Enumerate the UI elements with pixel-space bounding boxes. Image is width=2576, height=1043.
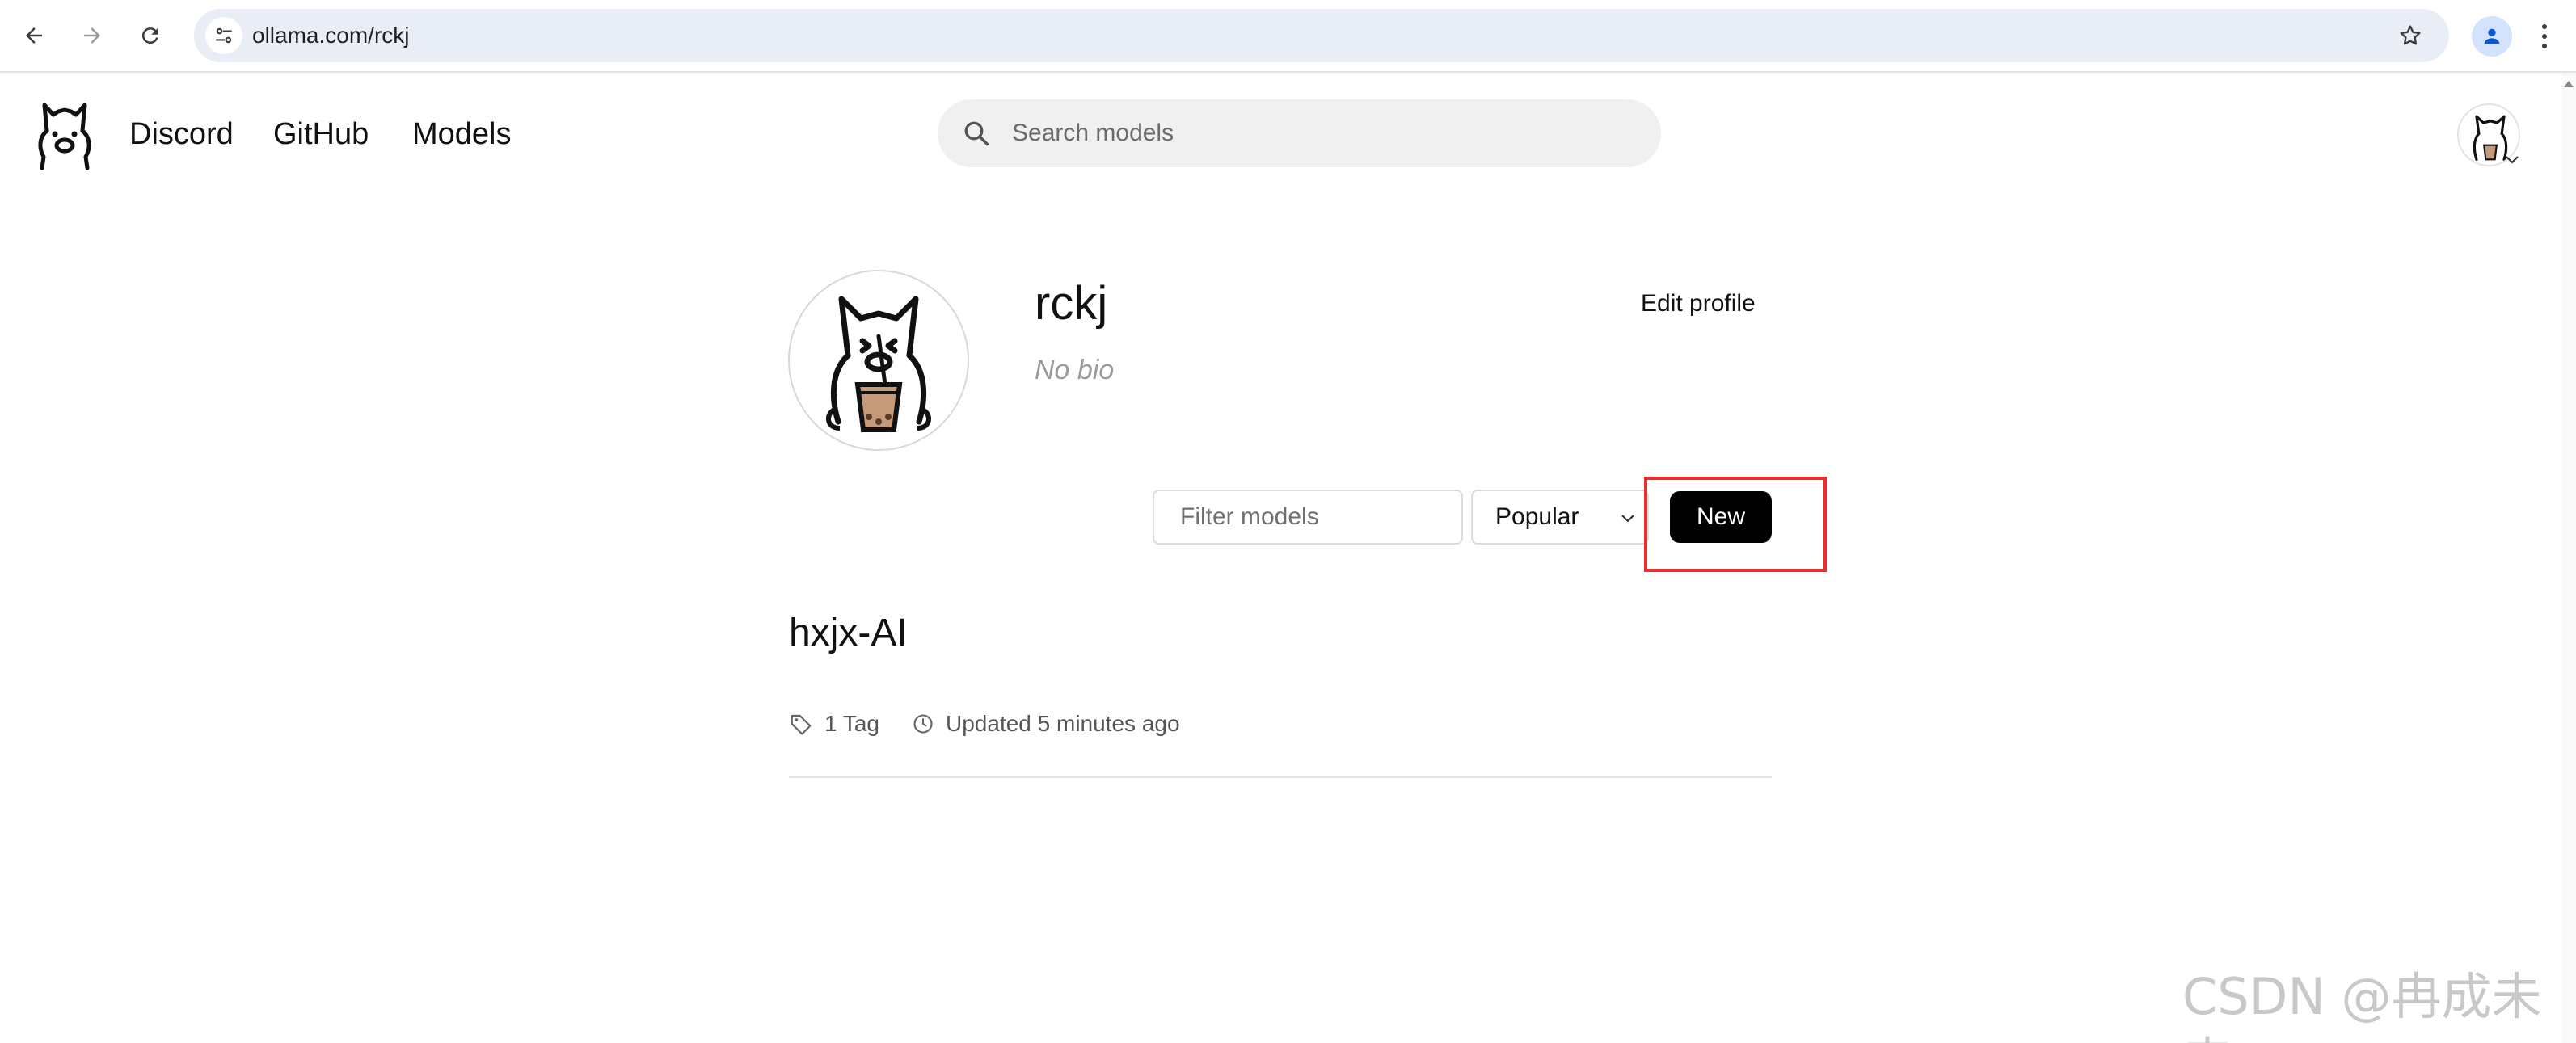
browser-toolbar: ollama.com/rckj (0, 0, 2576, 73)
address-bar[interactable]: ollama.com/rckj (194, 9, 2449, 62)
bookmark-button[interactable] (2394, 19, 2426, 52)
reload-icon (141, 27, 158, 44)
chevron-down-icon[interactable] (2502, 150, 2522, 170)
ollama-logo-icon[interactable] (36, 99, 94, 171)
url-text: ollama.com/rckj (252, 23, 410, 48)
nav-link-discord[interactable]: Discord (129, 113, 234, 155)
site-info-button[interactable] (205, 17, 242, 54)
page-scrollbar[interactable] (2561, 73, 2576, 1043)
kebab-icon (2542, 24, 2547, 48)
profile-avatar (788, 270, 969, 451)
sort-select[interactable]: Popular (1471, 490, 1649, 545)
arrow-right-icon (84, 27, 100, 44)
nav-link-models[interactable]: Models (412, 113, 512, 155)
sort-select-value: Popular (1495, 503, 1579, 530)
profile-username: rckj (1035, 277, 1108, 330)
back-button[interactable] (11, 13, 57, 58)
clock-icon (913, 714, 933, 734)
browser-menu-button[interactable] (2528, 16, 2561, 57)
browser-profile-button[interactable] (2472, 16, 2512, 57)
star-icon (2400, 25, 2421, 45)
tune-icon (216, 27, 232, 44)
watermark: CSDN @冉成未来 (2182, 967, 2542, 1043)
nav-link-github[interactable]: GitHub (273, 113, 369, 155)
scroll-up-arrow-icon[interactable] (2564, 81, 2574, 87)
chevron-down-icon (1621, 515, 1634, 523)
filter-models-input[interactable] (1153, 490, 1463, 545)
model-list-divider (789, 776, 1772, 778)
edit-profile-link[interactable]: Edit profile (1641, 288, 1756, 320)
search-bar[interactable]: Search models (938, 99, 1661, 167)
model-tag-count: 1 Tag (789, 708, 879, 740)
annotation-highlight-box (1644, 477, 1827, 572)
model-tag-count-text: 1 Tag (824, 711, 879, 736)
model-updated: Updated 5 minutes ago (912, 708, 1180, 740)
llama-boba-avatar-icon (826, 296, 931, 432)
model-name-link[interactable]: hxjx-AI (789, 608, 908, 659)
search-placeholder: Search models (1012, 120, 1174, 146)
profile-bio: No bio (1035, 355, 1115, 385)
model-updated-text: Updated 5 minutes ago (946, 711, 1180, 736)
person-icon (2484, 28, 2500, 44)
forward-button[interactable] (70, 13, 115, 58)
search-icon (964, 121, 989, 146)
reload-button[interactable] (128, 13, 173, 58)
arrow-left-icon (26, 27, 42, 44)
tag-icon (791, 714, 812, 735)
